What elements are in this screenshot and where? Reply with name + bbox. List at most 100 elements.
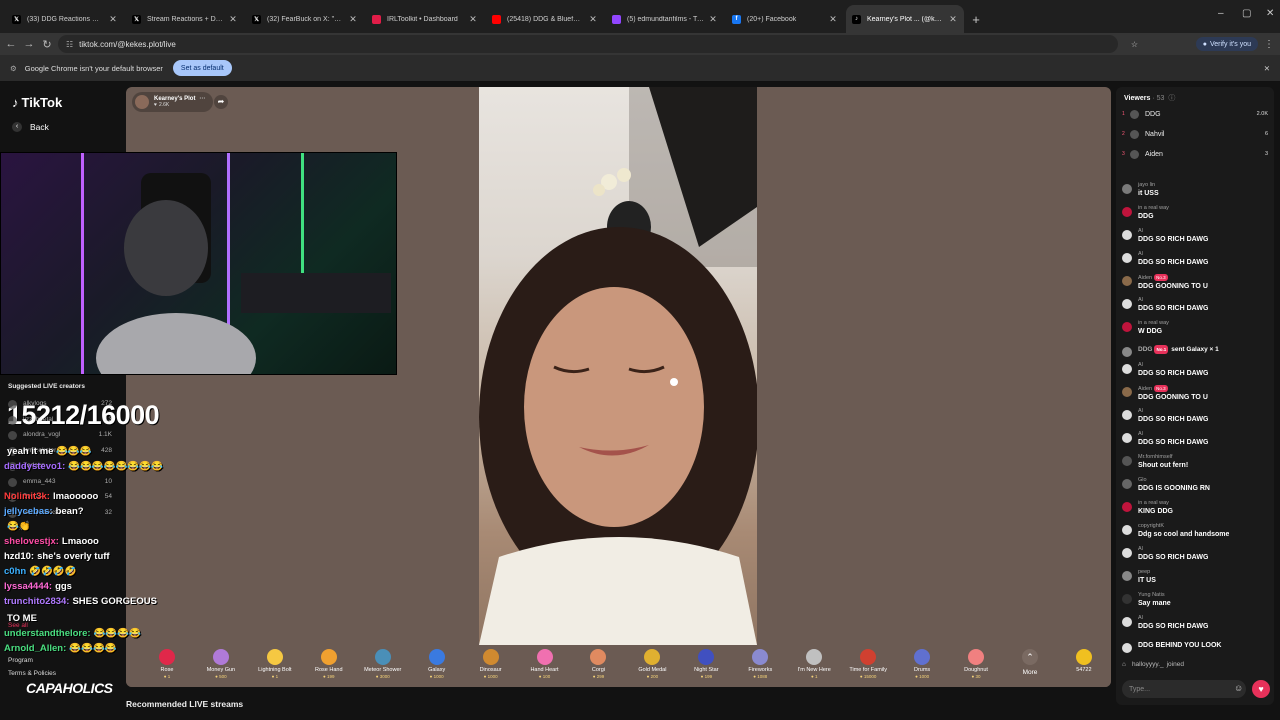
program-link[interactable]: Program bbox=[8, 657, 33, 664]
chat-message[interactable]: Al DDG SO RICH DAWG bbox=[1122, 546, 1268, 562]
back-button[interactable]: ‹ Back bbox=[12, 122, 49, 132]
gift-heart-button[interactable]: ♥ bbox=[1252, 680, 1270, 698]
gift-item[interactable]: Meteor Shower ● 3000 bbox=[356, 645, 410, 679]
suggested-creator[interactable]: alondra_vogl 1.1K bbox=[8, 431, 112, 440]
terms-link[interactable]: Terms & Policies bbox=[8, 670, 56, 677]
minimize-button[interactable]: – bbox=[1218, 8, 1224, 19]
chat-input[interactable]: Type... bbox=[1122, 680, 1246, 698]
share-icon[interactable]: ➦ bbox=[214, 95, 228, 109]
back-arrow-icon[interactable]: ← bbox=[2, 38, 20, 50]
browser-tab[interactable]: 𝕏 Stream Reactions + Drama | Co ✕ bbox=[126, 5, 244, 33]
tiktok-logo[interactable]: ♪ TikTok bbox=[12, 95, 62, 110]
browser-tab[interactable]: IRLToolkit • Dashboard ✕ bbox=[366, 5, 484, 33]
close-window-button[interactable]: ✕ bbox=[1266, 8, 1274, 19]
suggested-creator[interactable]: emma_443 10 bbox=[8, 477, 112, 487]
overlay-chat-text: 😂😂😂😂 bbox=[69, 643, 117, 654]
likes-heart-icon: ♥ bbox=[154, 102, 157, 108]
suggested-creator[interactable]: lizzyhpetal 13 bbox=[8, 415, 112, 425]
tab-close-icon[interactable]: ✕ bbox=[948, 14, 958, 25]
chat-message[interactable]: Aiden No.3 DDG GOONING TO U bbox=[1122, 385, 1268, 402]
tab-close-icon[interactable]: ✕ bbox=[108, 14, 118, 25]
gift-item[interactable]: Time for Family ● 15000 bbox=[841, 645, 895, 679]
gift-price: 1000 bbox=[919, 674, 930, 679]
bookmark-star-icon[interactable]: ☆ bbox=[1131, 40, 1138, 49]
top-viewer-row[interactable]: 1 DDG 2.0K bbox=[1122, 107, 1268, 121]
viewer-name: Nahvil bbox=[1145, 130, 1165, 138]
tab-close-icon[interactable]: ✕ bbox=[708, 14, 718, 25]
chat-message[interactable]: copyrightK Ddg so cool and handsome bbox=[1122, 523, 1268, 539]
browser-tab[interactable]: (25418) DDG & Blueface - Hab ✕ bbox=[486, 5, 604, 33]
creator-viewers: 272 bbox=[101, 400, 112, 407]
maximize-button[interactable]: ▢ bbox=[1242, 8, 1251, 19]
chat-message[interactable]: Mr.fornhimself Shout out fern! bbox=[1122, 454, 1268, 470]
default-browser-infobar: ⚙ Google Chrome isn't your default brows… bbox=[0, 55, 1280, 82]
creator-name: emma_443 bbox=[23, 477, 56, 485]
top-viewer-row[interactable]: 2 Nahvil 6 bbox=[1122, 127, 1268, 141]
suggested-creator[interactable]: alkvlogs 272 bbox=[8, 400, 112, 409]
menu-kebab-icon[interactable]: ⋮ bbox=[1264, 39, 1274, 50]
gift-item[interactable]: Drums ● 1000 bbox=[895, 645, 949, 679]
live-video[interactable] bbox=[479, 87, 757, 645]
emoji-icon[interactable]: ☺ bbox=[1234, 683, 1243, 693]
more-gifts-button[interactable]: ⌃ More bbox=[1003, 645, 1057, 676]
set-default-button[interactable]: Set as default bbox=[172, 60, 232, 76]
chat-message[interactable]: jayo lin it USS bbox=[1122, 182, 1268, 198]
gift-item[interactable]: Dinosaur ● 1000 bbox=[464, 645, 518, 679]
gift-item[interactable]: Fireworks ● 1088 bbox=[733, 645, 787, 679]
host-info[interactable]: Kearney's Plot ··· ♥ 2.6K bbox=[132, 92, 214, 112]
chat-message[interactable]: DDG BEHIND YOU LOOK bbox=[1122, 641, 1268, 653]
info-icon[interactable]: ⓘ bbox=[1168, 95, 1175, 102]
chat-message[interactable]: Yung Natis Say mane bbox=[1122, 592, 1268, 608]
viewers-header[interactable]: Viewers · 53 ⓘ bbox=[1124, 93, 1175, 103]
address-bar[interactable]: ☷ tiktok.com/@kekes.plot/live ☆ bbox=[58, 35, 1138, 53]
gift-item[interactable]: Night Star ● 199 bbox=[679, 645, 733, 679]
chat-message[interactable]: Al DDG SO RICH DAWG bbox=[1122, 297, 1268, 313]
coin-balance[interactable]: 54722 bbox=[1057, 645, 1111, 673]
chat-message[interactable]: Aiden No.3 DDG GOONING TO U bbox=[1122, 274, 1268, 291]
chat-message[interactable]: Al DDG SO RICH DAWG bbox=[1122, 615, 1268, 631]
gift-item[interactable]: I'm New Here ● 1 bbox=[787, 645, 841, 679]
tab-close-icon[interactable]: ✕ bbox=[588, 14, 598, 25]
chat-message[interactable]: in a real way W DDG bbox=[1122, 320, 1268, 336]
gift-item[interactable]: Galaxy ● 1000 bbox=[410, 645, 464, 679]
tab-close-icon[interactable]: ✕ bbox=[468, 14, 478, 25]
overlay-chat-line: Nolimit3k: lmaooooo bbox=[4, 491, 98, 502]
chat-message[interactable]: Al DDG SO RICH DAWG bbox=[1122, 408, 1268, 424]
tab-close-icon[interactable]: ✕ bbox=[348, 14, 358, 25]
reload-icon[interactable]: ↻ bbox=[38, 38, 56, 51]
chat-text: DDG SO RICH DAWG bbox=[1138, 416, 1209, 423]
gift-item[interactable]: Gold Medal ● 200 bbox=[625, 645, 679, 679]
host-more-icon[interactable]: ··· bbox=[199, 96, 205, 102]
tab-close-icon[interactable]: ✕ bbox=[828, 14, 838, 25]
chat-message[interactable]: in a real way KING DDG bbox=[1122, 500, 1268, 516]
gift-item[interactable]: Doughnut ● 30 bbox=[949, 645, 1003, 679]
top-viewer-row[interactable]: 3 Aiden 3 bbox=[1122, 147, 1268, 161]
creator-viewers: 10 bbox=[104, 477, 112, 485]
tab-close-icon[interactable]: ✕ bbox=[228, 14, 238, 25]
chat-message[interactable]: Al DDG SO RICH DAWG bbox=[1122, 362, 1268, 378]
creator-viewers: 1.1K bbox=[98, 431, 112, 438]
recommended-heading: Recommended LIVE streams bbox=[126, 699, 244, 709]
new-tab-button[interactable]: + bbox=[966, 5, 986, 33]
gift-item[interactable]: Rose Hand ● 199 bbox=[302, 645, 356, 679]
verify-identity-button[interactable]: ● Verify it's you bbox=[1195, 37, 1258, 51]
chat-message[interactable]: in a real way DDG bbox=[1122, 205, 1268, 221]
chat-message[interactable]: Al DDG SO RICH DAWG bbox=[1122, 431, 1268, 447]
chat-message[interactable]: peep IT US bbox=[1122, 569, 1268, 585]
gift-item[interactable]: Corgi ● 299 bbox=[572, 645, 626, 679]
browser-tab[interactable]: 𝕏 (32) FearBuck on X: "Marlon wa ✕ bbox=[246, 5, 364, 33]
browser-tab[interactable]: ♪ Kearney's Plot ... (@kekes ✕ bbox=[846, 5, 964, 33]
chat-user: Al bbox=[1138, 546, 1143, 552]
forward-arrow-icon[interactable]: → bbox=[20, 38, 38, 50]
infobar-close-icon[interactable]: ✕ bbox=[1264, 64, 1270, 73]
site-info-icon[interactable]: ☷ bbox=[66, 40, 73, 49]
browser-tab[interactable]: 𝕏 (33) DDG Reactions Communit ✕ bbox=[6, 5, 124, 33]
browser-tab[interactable]: (5) edmundtanfilms - Twitch ✕ bbox=[606, 5, 724, 33]
gift-item[interactable]: Hand Heart ● 100 bbox=[518, 645, 572, 679]
gift-notice[interactable]: DDG No.1 sent Galaxy × 1 bbox=[1122, 345, 1268, 357]
browser-tab[interactable]: f (20+) Facebook ✕ bbox=[726, 5, 844, 33]
chat-message[interactable]: Al DDG SO RICH DAWG bbox=[1122, 228, 1268, 244]
chat-message[interactable]: Al DDG SO RICH DAWG bbox=[1122, 251, 1268, 267]
rank-badge: No.1 bbox=[1154, 345, 1169, 354]
chat-message[interactable]: Glo DDG IS GOONING RN bbox=[1122, 477, 1268, 493]
